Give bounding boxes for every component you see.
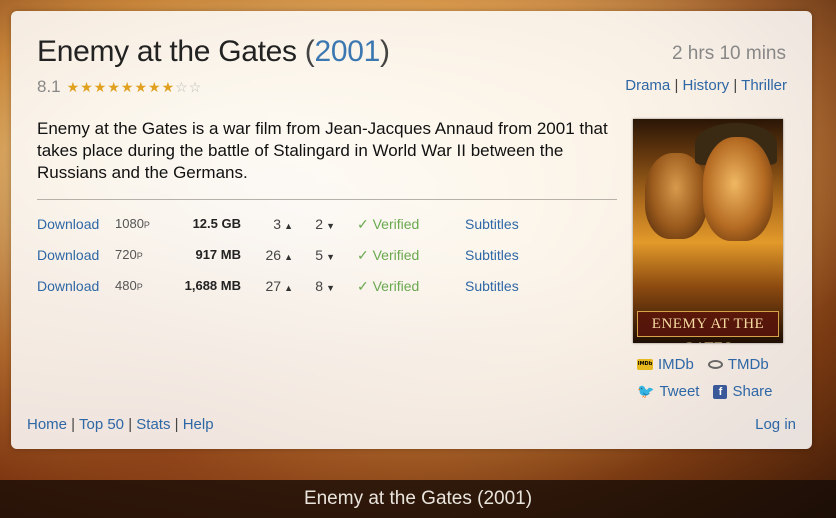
up-arrow-icon: ▲ [284, 252, 293, 262]
star-filled-icon: ★ [66, 78, 81, 95]
seed-count: 27 ▲ [265, 278, 294, 294]
genre-link-drama[interactable]: Drama [625, 77, 670, 94]
resolution: 720P [115, 247, 143, 262]
share-link[interactable]: f Share [713, 383, 773, 400]
star-rating: ★★★★★★★★☆☆ [67, 79, 203, 96]
subtitles-link[interactable]: Subtitles [465, 247, 519, 263]
file-size: 1,688 MB [184, 278, 241, 293]
year-link[interactable]: 2001 [315, 35, 381, 68]
caption-bar: Enemy at the Gates (2001) [0, 480, 836, 518]
star-empty-icon: ☆ [188, 78, 203, 95]
tmdb-link[interactable]: TMDb [707, 356, 769, 373]
footer-nav: Home | Top 50 | Stats | Help [27, 416, 214, 433]
star-filled-icon: ★ [161, 78, 176, 95]
down-arrow-icon: ▼ [326, 283, 335, 293]
star-filled-icon: ★ [148, 78, 162, 95]
nav-home[interactable]: Home [27, 416, 67, 433]
nav-help[interactable]: Help [183, 416, 214, 433]
poster-title: ENEMY AT THE GATES [637, 311, 779, 343]
subtitles-link[interactable]: Subtitles [465, 278, 519, 294]
up-arrow-icon: ▲ [284, 283, 293, 293]
genre-link-history[interactable]: History [683, 77, 730, 94]
rating-row: 8.1 ★★★★★★★★☆☆ [37, 77, 202, 97]
peer-count: 5 ▼ [315, 247, 335, 263]
external-links: IMDb IMDb TMDb 🐦 Tweet f Share [637, 351, 773, 405]
title-row: Enemy at the Gates (2001) [37, 35, 390, 69]
nav-stats[interactable]: Stats [136, 416, 170, 433]
divider [37, 199, 617, 200]
star-filled-icon: ★ [107, 78, 121, 95]
login-link[interactable]: Log in [755, 416, 796, 433]
page-title: Enemy at the Gates (2001) [37, 35, 390, 68]
verified-badge: ✓ Verified [357, 247, 420, 263]
seed-count: 3 ▲ [273, 216, 293, 232]
peer-count: 2 ▼ [315, 216, 335, 232]
imdb-icon: IMDb [637, 359, 653, 370]
seed-count: 26 ▲ [265, 247, 294, 263]
star-filled-icon: ★ [93, 78, 108, 95]
download-link[interactable]: Download [37, 278, 99, 294]
star-empty-icon: ☆ [175, 78, 189, 95]
file-size: 917 MB [195, 247, 241, 262]
facebook-icon: f [713, 384, 728, 399]
movie-title: Enemy at the Gates [37, 35, 297, 68]
resolution: 480P [115, 278, 143, 293]
runtime: 2 hrs 10 mins [671, 43, 786, 64]
download-link[interactable]: Download [37, 247, 99, 263]
verified-badge: ✓ Verified [357, 278, 420, 294]
synopsis: Enemy at the Gates is a war film from Je… [37, 119, 608, 182]
genre-list: Drama | History | Thriller [625, 77, 787, 94]
star-filled-icon: ★ [134, 78, 149, 95]
movie-panel: Enemy at the Gates (2001) 8.1 ★★★★★★★★☆☆… [11, 11, 812, 449]
subtitles-link[interactable]: Subtitles [465, 216, 519, 232]
down-arrow-icon: ▼ [326, 252, 335, 262]
imdb-link[interactable]: IMDb IMDb [637, 356, 694, 373]
star-filled-icon: ★ [80, 78, 94, 95]
up-arrow-icon: ▲ [284, 221, 293, 231]
twitter-icon: 🐦 [637, 383, 655, 399]
tmdb-icon [707, 360, 723, 369]
down-arrow-icon: ▼ [326, 221, 335, 231]
verified-badge: ✓ Verified [357, 216, 420, 232]
resolution: 1080P [115, 216, 150, 231]
peer-count: 8 ▼ [315, 278, 335, 294]
movie-poster[interactable]: ENEMY AT THE GATES [633, 119, 783, 343]
nav-top50[interactable]: Top 50 [79, 416, 124, 433]
file-size: 12.5 GB [192, 216, 241, 231]
download-link[interactable]: Download [37, 216, 99, 232]
star-filled-icon: ★ [120, 78, 135, 95]
genre-link-thriller[interactable]: Thriller [741, 77, 787, 94]
rating-value: 8.1 [37, 77, 61, 96]
tweet-link[interactable]: 🐦 Tweet [637, 383, 699, 400]
